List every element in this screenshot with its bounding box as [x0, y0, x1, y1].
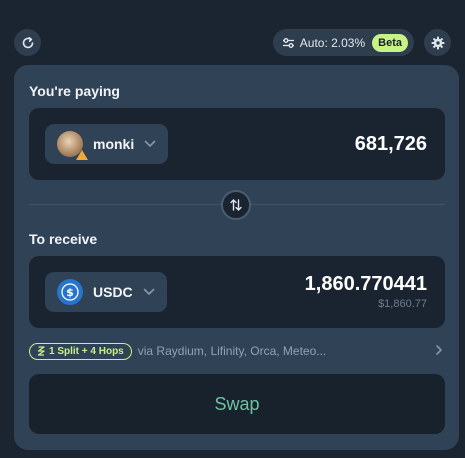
refresh-icon — [22, 36, 33, 48]
chevron-right-icon — [436, 345, 442, 355]
beta-badge: Beta — [372, 33, 408, 52]
pay-amount-input[interactable]: 681,726 — [355, 133, 427, 156]
receive-amount-usd: $1,860.77 — [378, 298, 427, 310]
swap-button[interactable]: Swap — [29, 374, 445, 434]
route-venues: via Raydium, Lifinity, Orca, Meteo... — [137, 344, 327, 358]
route-info[interactable]: 1 Split + 4 Hops via Raydium, Lifinity, … — [29, 341, 445, 361]
route-badge-label: 1 Split + 4 Hops — [49, 345, 124, 357]
route-icon — [37, 346, 45, 356]
pay-token-name: monki — [93, 136, 135, 152]
receive-label: To receive — [29, 231, 98, 247]
svg-text:$: $ — [66, 286, 74, 299]
warning-icon — [76, 150, 88, 160]
receive-token-name: USDC — [93, 284, 133, 300]
pay-panel: monki 681,726 — [29, 108, 445, 180]
swap-arrows-icon — [230, 199, 242, 211]
receive-amount: 1,860.770441 — [304, 273, 427, 295]
pay-token-select[interactable]: monki — [45, 124, 169, 164]
top-bar: Auto: 2.03% Beta — [14, 29, 451, 57]
swap-card: You're paying monki 681,726 To receive $… — [14, 65, 459, 450]
monki-token-avatar — [57, 131, 88, 160]
sliders-icon — [282, 37, 294, 48]
settings-button[interactable] — [424, 29, 451, 56]
usdc-dollar-icon: $ — [61, 283, 79, 301]
refresh-button[interactable] — [14, 29, 41, 56]
paying-label: You're paying — [29, 83, 120, 99]
slippage-label: Auto: 2.03% — [299, 35, 366, 50]
receive-panel: $ USDC 1,860.770441 $1,860.77 — [29, 256, 445, 328]
route-badge: 1 Split + 4 Hops — [29, 342, 132, 360]
slippage-setting[interactable]: Auto: 2.03% Beta — [272, 29, 414, 56]
switch-direction-button[interactable] — [221, 190, 251, 220]
chevron-down-icon — [144, 140, 156, 147]
usdc-token-icon: $ — [57, 279, 83, 305]
receive-token-select[interactable]: $ USDC — [45, 272, 167, 312]
gear-icon — [431, 36, 444, 49]
chevron-down-icon — [143, 288, 154, 295]
